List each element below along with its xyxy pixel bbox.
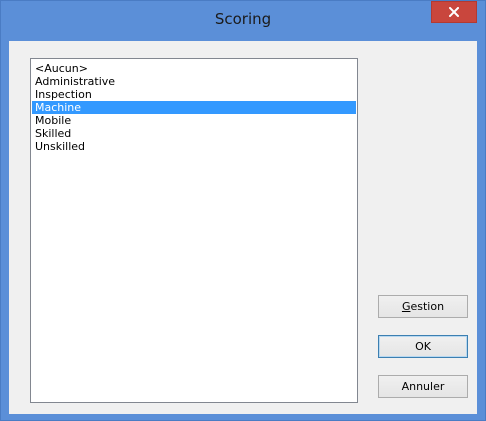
list-item[interactable]: Inspection xyxy=(32,88,356,101)
gestion-button[interactable]: Gestion xyxy=(378,295,468,318)
annuler-button[interactable]: Annuler xyxy=(378,375,468,398)
close-icon xyxy=(449,7,459,17)
dialog-client-area: <Aucun> Administrative Inspection Machin… xyxy=(9,41,477,414)
list-item[interactable]: Unskilled xyxy=(32,140,356,153)
list-item[interactable]: Mobile xyxy=(32,114,356,127)
ok-button[interactable]: OK xyxy=(378,335,468,358)
ok-button-label: OK xyxy=(415,340,431,353)
list-item[interactable]: Administrative xyxy=(32,75,356,88)
list-item-selected[interactable]: Machine xyxy=(32,101,356,114)
list-item[interactable]: <Aucun> xyxy=(32,62,356,75)
gestion-label-rest: estion xyxy=(410,300,445,313)
scoring-listbox[interactable]: <Aucun> Administrative Inspection Machin… xyxy=(30,58,358,403)
title-bar[interactable]: Scoring xyxy=(1,1,485,41)
list-item[interactable]: Skilled xyxy=(32,127,356,140)
dialog-window: Scoring <Aucun> Administrative Inspectio… xyxy=(0,0,486,421)
window-title: Scoring xyxy=(214,10,272,28)
gestion-button-label: Gestion xyxy=(402,300,444,313)
annuler-button-label: Annuler xyxy=(401,380,445,393)
close-button[interactable] xyxy=(431,1,477,23)
